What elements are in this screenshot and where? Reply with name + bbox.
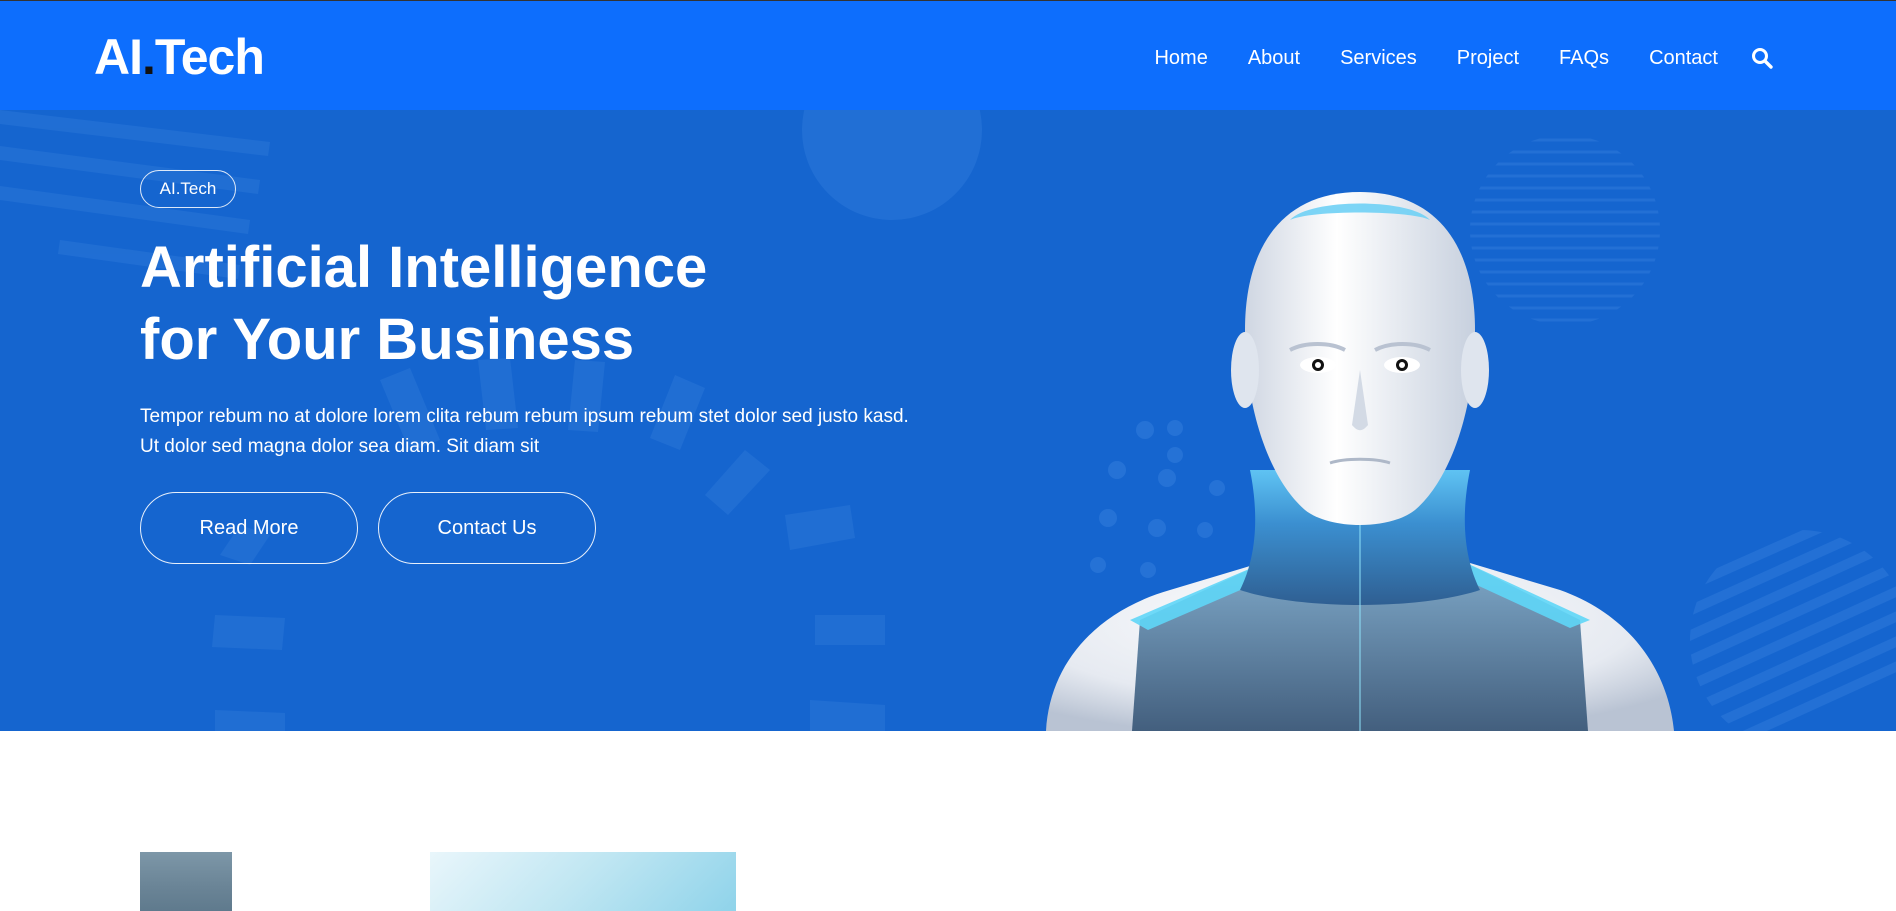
nav-services[interactable]: Services — [1340, 41, 1417, 75]
hero-headline: Artificial Intelligence for Your Busines… — [140, 232, 900, 376]
feature-image-building — [140, 852, 232, 911]
nav-faqs[interactable]: FAQs — [1559, 41, 1609, 75]
robot-illustration — [1046, 192, 1674, 731]
brand-name-part2: Tech — [154, 29, 265, 85]
search-icon[interactable] — [1750, 46, 1774, 70]
hero-headline-line1: Artificial Intelligence — [140, 235, 708, 300]
hero-lead-text: Tempor rebum no at dolore lorem clita re… — [140, 406, 909, 457]
nav-home[interactable]: Home — [1154, 41, 1207, 75]
main-nav: Home About Services Project FAQs Contact — [1154, 41, 1774, 75]
nav-project[interactable]: Project — [1457, 41, 1519, 75]
nav-about[interactable]: About — [1248, 41, 1300, 75]
navbar: AI.Tech Home About Services Project FAQs… — [0, 0, 1896, 110]
brand-dot: . — [142, 29, 156, 85]
hero-headline-line2: for Your Business — [140, 307, 635, 372]
feature-image-glass — [430, 852, 736, 911]
read-more-button[interactable]: Read More — [140, 492, 358, 564]
contact-us-button[interactable]: Contact Us — [378, 492, 596, 564]
brand-name-part1: AI — [94, 29, 143, 85]
hero-section: AI.Tech Artificial Intelligence for Your… — [0, 110, 1896, 731]
hero-badge: AI.Tech — [140, 170, 236, 208]
brand-logo[interactable]: AI.Tech — [94, 27, 265, 87]
nav-contact[interactable]: Contact — [1649, 41, 1718, 75]
